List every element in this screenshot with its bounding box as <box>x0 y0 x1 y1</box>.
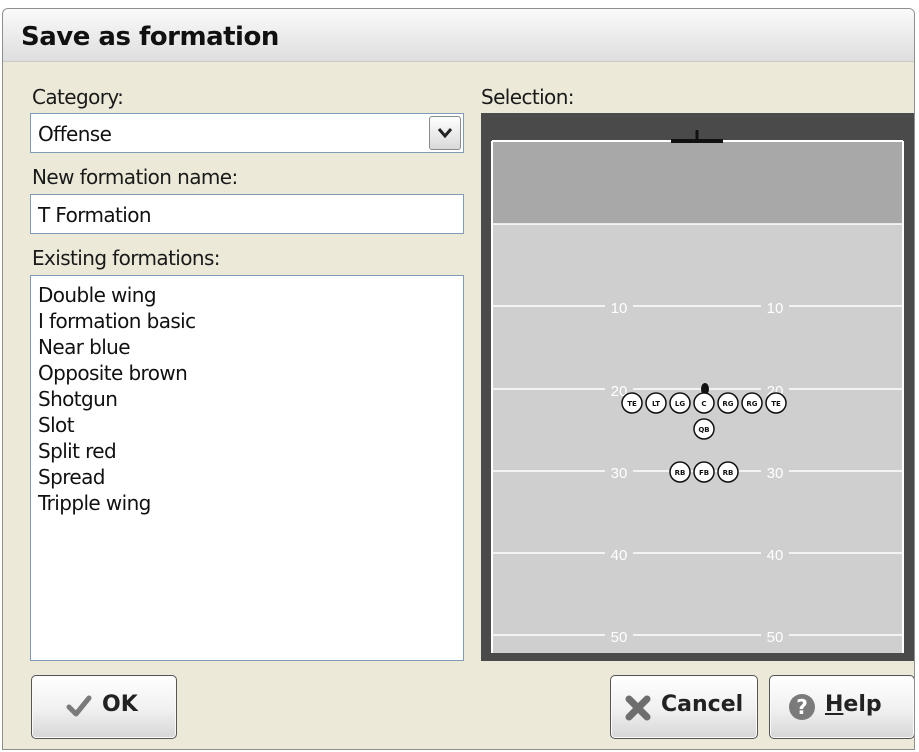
formation-name-value: T Formation <box>38 203 152 227</box>
existing-formations-label: Existing formations: <box>32 246 221 270</box>
ok-label: OK <box>102 692 138 717</box>
player-label: FB <box>699 469 709 477</box>
player-label: RG <box>746 400 757 408</box>
player-label: C <box>701 400 706 408</box>
help-question-icon: ? <box>789 694 815 720</box>
save-formation-dialog: Save as formation Category: Offense New … <box>2 8 915 750</box>
list-item[interactable]: Near blue <box>38 334 196 360</box>
title-bar[interactable]: Save as formation <box>3 9 914 62</box>
list-item[interactable]: I formation basic <box>38 308 196 334</box>
help-label: Help <box>825 692 882 717</box>
player-label: RG <box>722 400 733 408</box>
ok-button[interactable]: OK <box>31 675 177 739</box>
list-item[interactable]: Shotgun <box>38 386 196 412</box>
yard-label: 10 <box>767 300 784 317</box>
formation-name-input[interactable]: T Formation <box>30 194 464 234</box>
yard-label: 50 <box>611 629 628 646</box>
yard-label: 50 <box>767 629 784 646</box>
category-label: Category: <box>32 85 124 109</box>
player-label: TE <box>627 400 637 408</box>
list-item[interactable]: Split red <box>38 438 196 464</box>
yard-label: 10 <box>611 300 628 317</box>
category-dropdown-button[interactable] <box>429 116 461 150</box>
category-value: Offense <box>38 122 112 146</box>
list-item[interactable]: Opposite brown <box>38 360 196 386</box>
end-zone <box>492 141 903 224</box>
yard-label: 40 <box>611 547 628 564</box>
checkmark-icon <box>66 695 92 717</box>
list-item[interactable]: Spread <box>38 464 196 490</box>
formation-preview: 10 10 20 20 30 30 40 40 50 50 TE LT LG C RG RG TE QB RB FB R… <box>481 113 914 661</box>
formation-list-items: Double wing I formation basic Near blue Opp… <box>38 282 196 516</box>
existing-formations-list[interactable]: Double wing I formation basic Near blue Opp… <box>30 275 464 661</box>
football-field-preview: 10 1020 2030 3040 4050 50TE LT LG C RG RG TEQBRB FB R… <box>491 130 904 653</box>
dialog-title: Save as formation <box>21 22 279 52</box>
cancel-button[interactable]: Cancel <box>610 675 758 739</box>
list-item[interactable]: Slot <box>38 412 196 438</box>
help-button[interactable]: ? Help <box>769 675 914 739</box>
player-label: LG <box>675 400 685 408</box>
player-label: RB <box>723 469 734 477</box>
selection-label: Selection: <box>481 85 575 109</box>
yard-label: 30 <box>767 465 784 482</box>
list-item[interactable]: Double wing <box>38 282 196 308</box>
list-item[interactable]: Tripple wing <box>38 490 196 516</box>
player-label: RB <box>675 469 686 477</box>
cancel-x-icon <box>625 695 651 721</box>
formation-name-label: New formation name: <box>32 165 238 189</box>
chevron-down-icon <box>437 128 453 139</box>
yard-label: 30 <box>611 465 628 482</box>
player-label: QB <box>698 426 709 434</box>
svg-text:?: ? <box>796 695 808 719</box>
cancel-label: Cancel <box>661 692 744 717</box>
category-select[interactable]: Offense <box>30 113 464 153</box>
player-label: TE <box>771 400 781 408</box>
player-label: LT <box>652 400 660 408</box>
yard-label: 40 <box>767 547 784 564</box>
